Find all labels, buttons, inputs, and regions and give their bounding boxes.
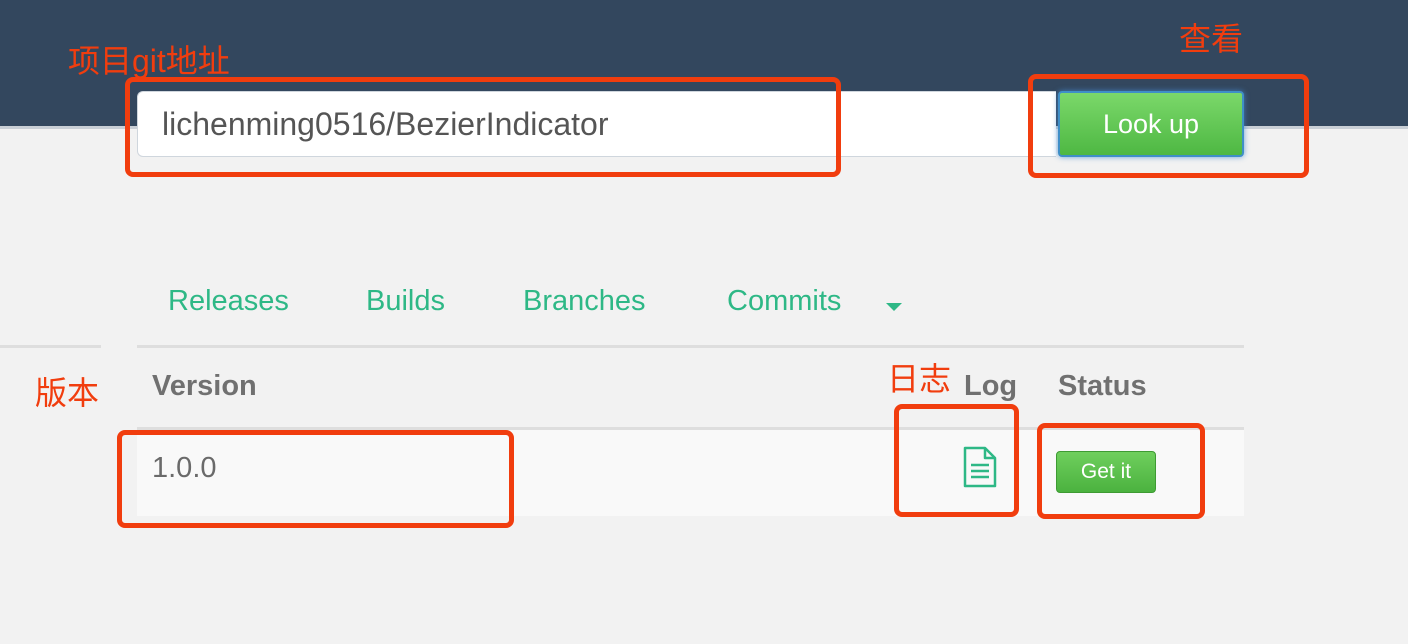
tab-commits[interactable]: Commits	[727, 285, 841, 318]
annotation-box-status	[1037, 423, 1205, 519]
chevron-down-icon[interactable]	[886, 303, 902, 311]
annotation-box-version	[117, 430, 514, 528]
tabs-divider	[137, 345, 1244, 348]
annotation-box-repo	[125, 77, 841, 177]
annotation-label-log: 日志	[887, 361, 952, 397]
annotation-label-lookup: 查看	[1179, 21, 1244, 57]
annotation-label-version: 版本	[35, 375, 100, 411]
column-header-status: Status	[1058, 370, 1147, 402]
column-header-log: Log	[964, 370, 1018, 402]
tab-branches[interactable]: Branches	[523, 285, 646, 318]
tab-releases[interactable]: Releases	[168, 285, 289, 318]
annotation-box-lookup	[1028, 74, 1309, 178]
column-header-version: Version	[152, 370, 257, 402]
annotation-label-repo: 项目git地址	[68, 43, 230, 79]
tabs-divider-left	[0, 345, 101, 348]
tab-builds[interactable]: Builds	[366, 285, 445, 318]
annotation-box-log	[894, 404, 1019, 517]
